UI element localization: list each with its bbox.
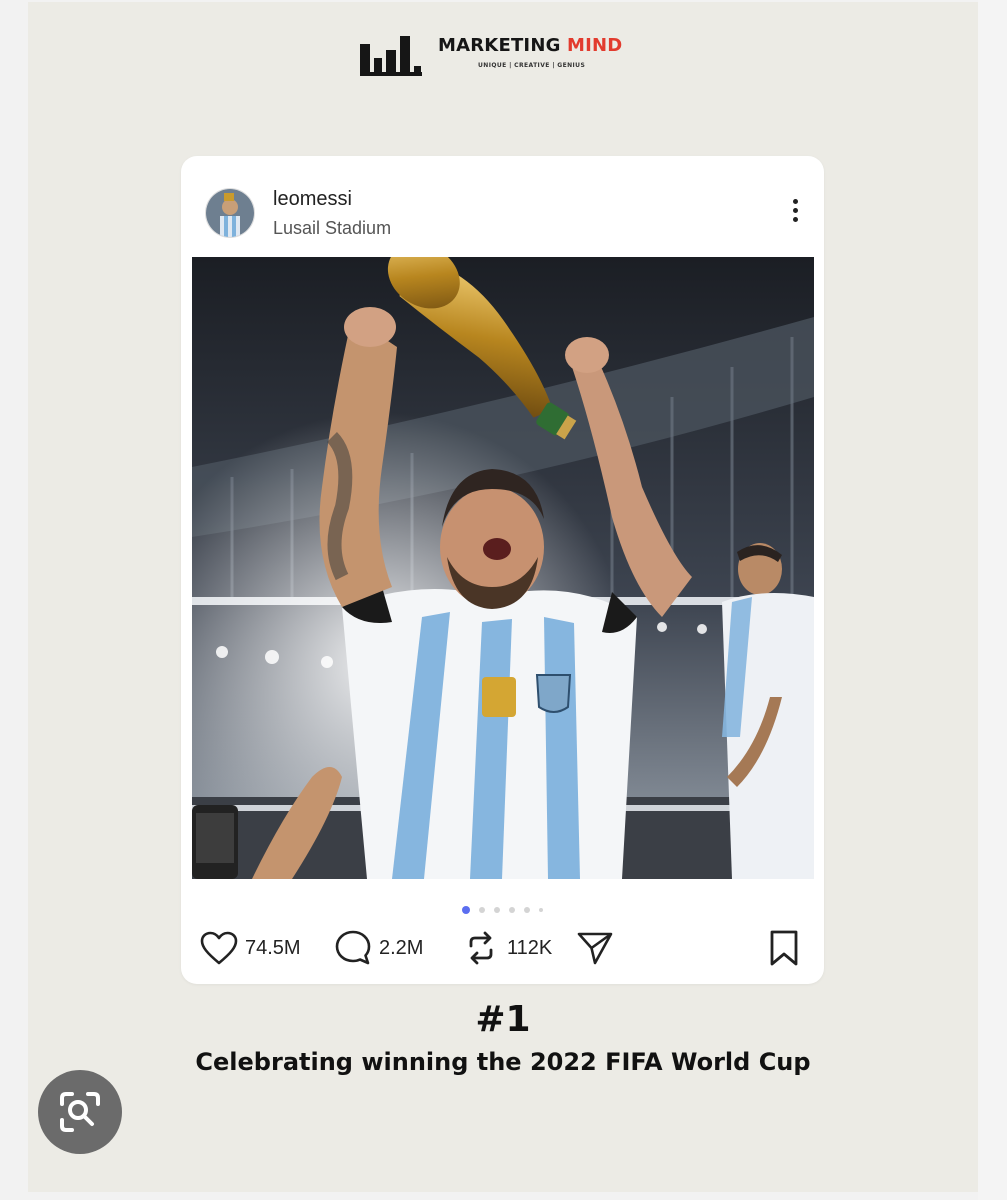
- carousel-dot[interactable]: [524, 906, 531, 913]
- bookmark-icon: [770, 930, 798, 966]
- trophy-celebration-photo: [192, 257, 814, 879]
- image-search-button[interactable]: [38, 1070, 122, 1154]
- avatar-image: [206, 189, 254, 237]
- brand-logo: [360, 36, 422, 76]
- more-options-button[interactable]: [788, 196, 802, 230]
- more-vertical-icon-dot: [792, 217, 798, 222]
- more-vertical-icon-dot: [792, 208, 798, 213]
- page-edge: [978, 0, 1007, 1200]
- carousel-dot[interactable]: [509, 906, 516, 913]
- brand-title-accent: MIND: [567, 35, 623, 56]
- carousel-dot[interactable]: [493, 906, 500, 913]
- brand-title-main: MARKETING: [438, 35, 561, 56]
- carousel-indicator[interactable]: [181, 899, 824, 914]
- share-button[interactable]: [575, 926, 621, 970]
- post-location[interactable]: Lusail Stadium: [273, 218, 391, 239]
- save-button[interactable]: [767, 926, 807, 970]
- comment-icon: [335, 930, 371, 965]
- like-button[interactable]: 74.5M: [199, 926, 301, 970]
- rank-number: #1: [475, 999, 531, 1040]
- post-photo[interactable]: [192, 257, 814, 879]
- post-card: leomessi Lusail Stadium 74.5M 2.2M 112K: [181, 156, 824, 984]
- image-search-icon: [60, 1092, 100, 1132]
- repost-button[interactable]: 112K: [461, 926, 552, 970]
- post-caption: Celebrating winning the 2022 FIFA World …: [195, 1048, 811, 1076]
- carousel-dot[interactable]: [478, 906, 485, 913]
- brand-tagline: UNIQUE | CREATIVE | GENIUS: [478, 62, 586, 69]
- send-icon: [577, 932, 613, 965]
- post-actions: 74.5M 2.2M 112K: [199, 926, 809, 970]
- comment-button[interactable]: 2.2M: [333, 926, 423, 970]
- repost-count: 112K: [507, 936, 553, 959]
- post-graphic: MARKETING MIND UNIQUE | CREATIVE | GENIU…: [28, 2, 978, 1192]
- avatar[interactable]: [205, 188, 255, 238]
- more-vertical-icon: [792, 199, 798, 204]
- post-username[interactable]: leomessi: [273, 188, 352, 211]
- like-count: 74.5M: [245, 936, 301, 959]
- comment-count: 2.2M: [379, 936, 424, 959]
- carousel-dot[interactable]: [539, 907, 544, 912]
- carousel-dot-active[interactable]: [461, 905, 470, 914]
- brand-title: MARKETING MIND: [438, 35, 622, 56]
- heart-icon: [200, 931, 238, 965]
- brand-header: MARKETING MIND UNIQUE | CREATIVE | GENIU…: [358, 32, 658, 82]
- repost-icon: [469, 931, 493, 965]
